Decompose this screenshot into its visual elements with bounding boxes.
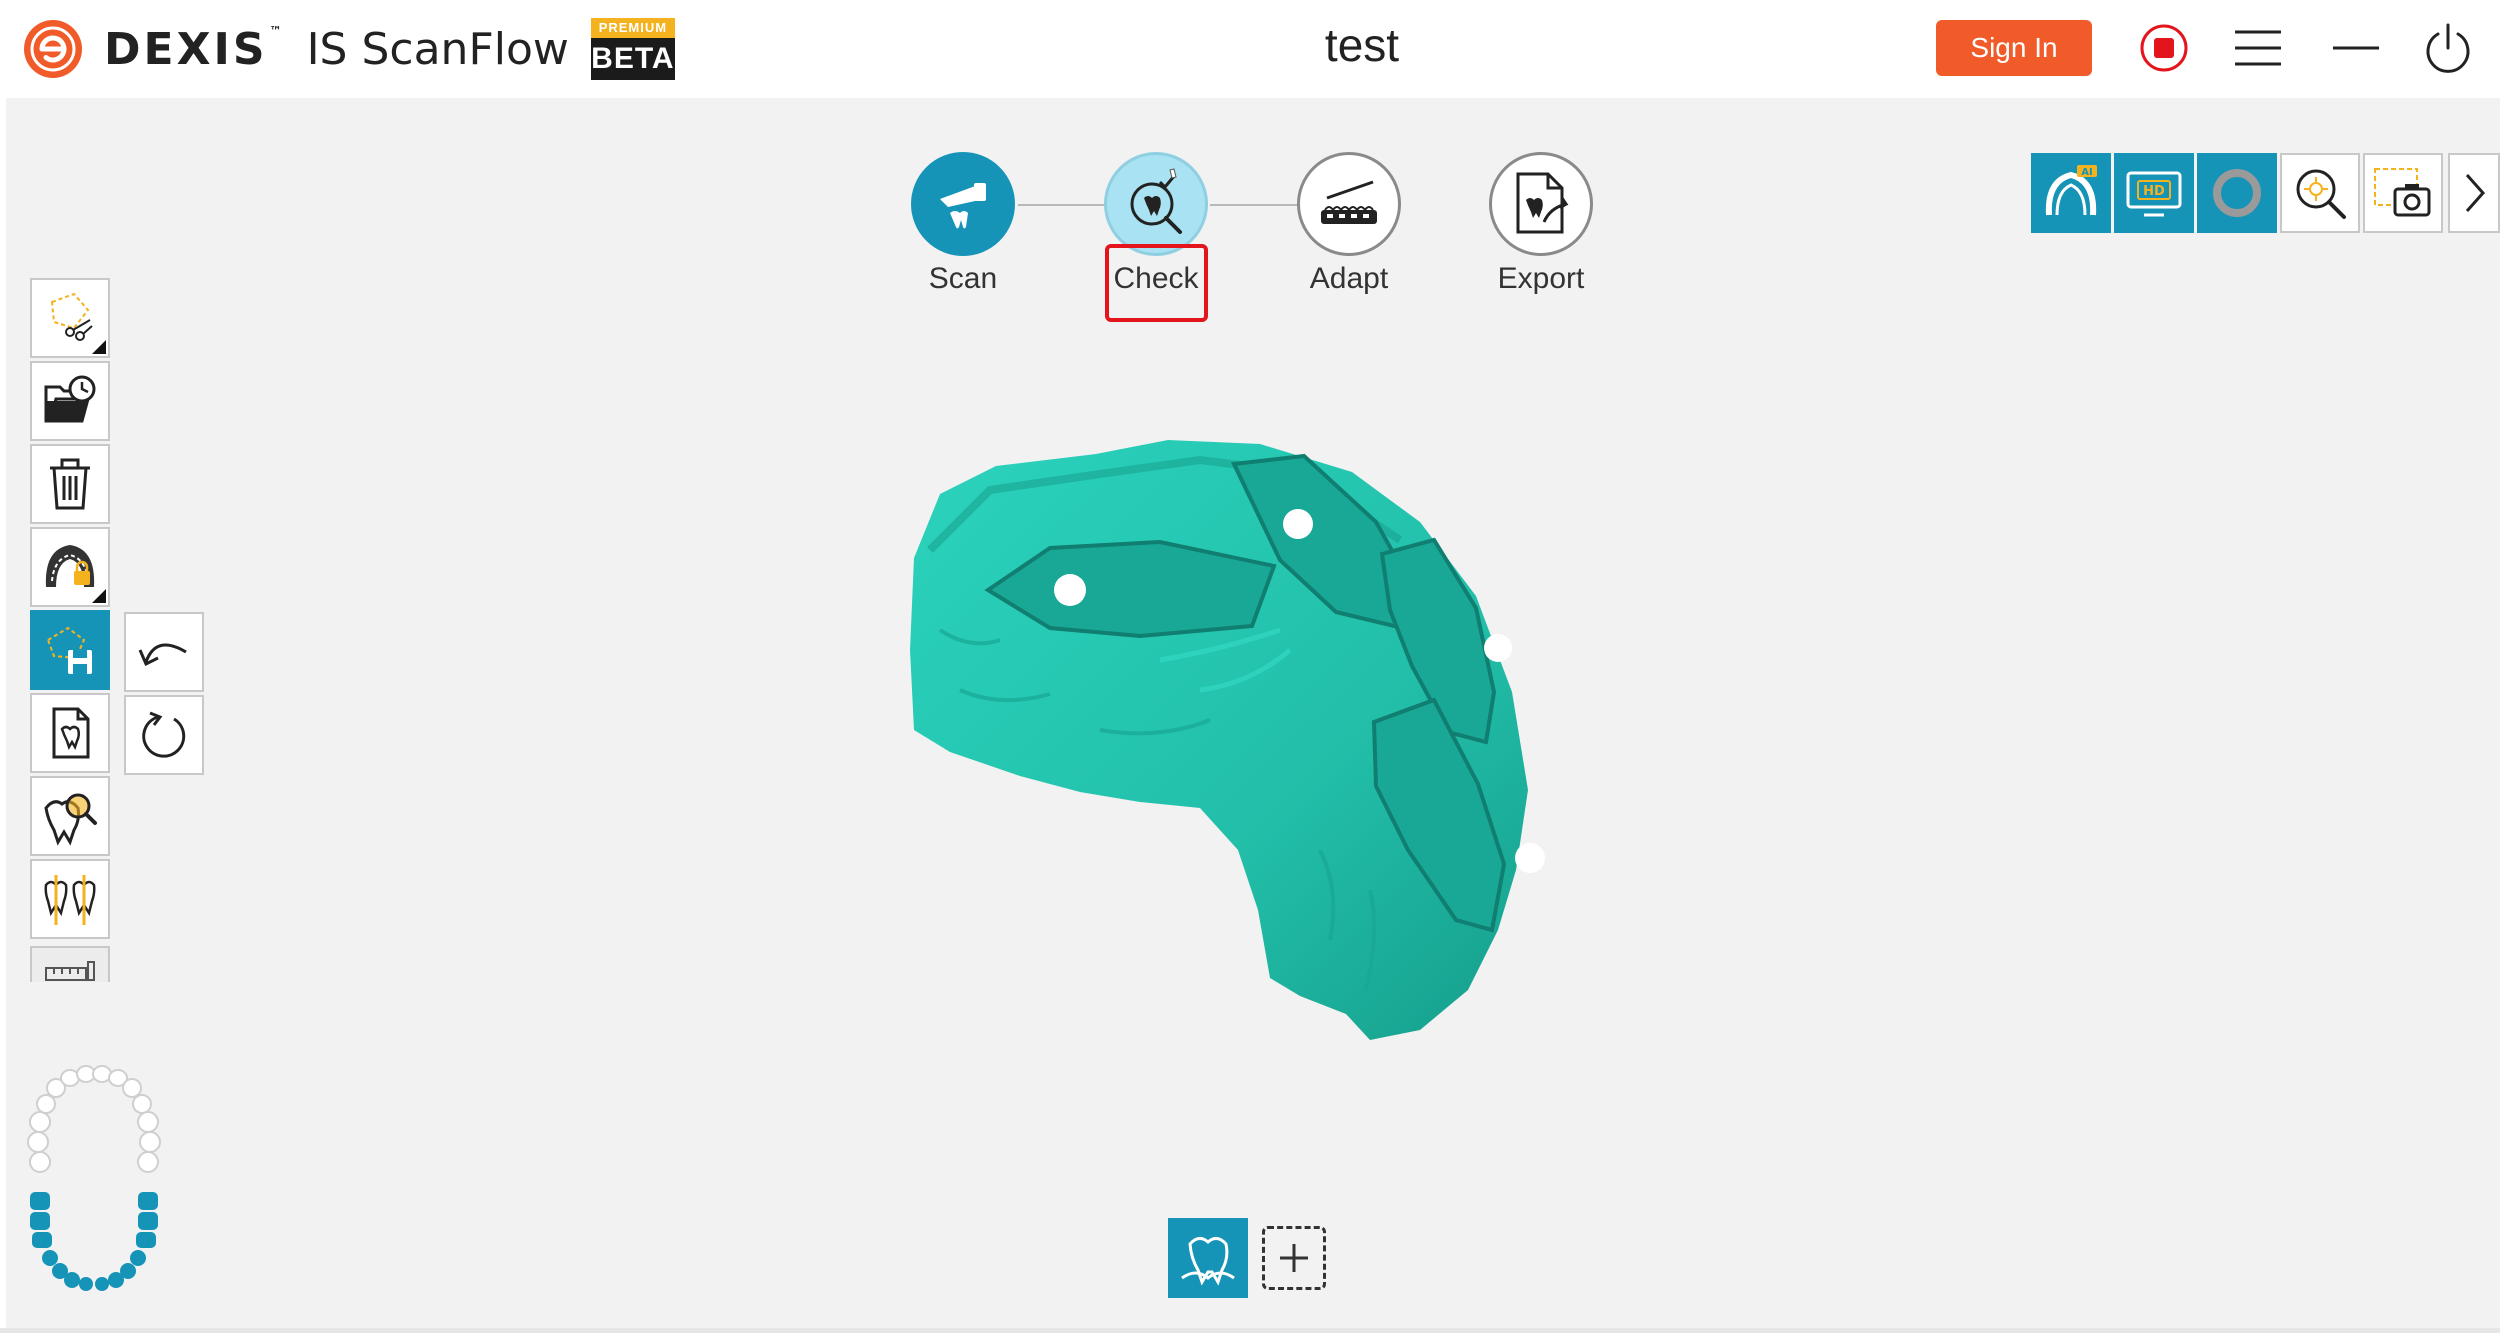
- dexis-logo-icon: [24, 20, 82, 78]
- svg-text:AI: AI: [2081, 167, 2092, 178]
- ai-arch-button[interactable]: AI: [2031, 153, 2111, 233]
- zoom-fit-icon: [2296, 169, 2346, 219]
- tooth-document-icon: [52, 707, 90, 759]
- trash-icon: [50, 458, 90, 510]
- minimize-button[interactable]: [2326, 20, 2386, 76]
- menu-button[interactable]: [2228, 20, 2288, 76]
- export-document-icon: [1516, 172, 1569, 234]
- lower-jaw-tooth-icon: [1181, 1237, 1235, 1286]
- power-icon: [2426, 23, 2470, 73]
- arch-lock-button[interactable]: [30, 527, 110, 607]
- undo-icon: [138, 643, 187, 667]
- tooth-search-button[interactable]: [30, 776, 110, 856]
- step-adapt-label: Adapt: [1309, 262, 1389, 295]
- tooth-magnifier-icon: [1130, 168, 1182, 234]
- step-connector: [1210, 204, 1302, 206]
- record-stop-icon: [2140, 24, 2188, 72]
- ring-icon: [2213, 169, 2261, 217]
- premium-label: PREMIUM: [590, 18, 675, 38]
- jaw-selector-map[interactable]: [22, 1062, 172, 1302]
- scan-body-hole: [1515, 843, 1545, 873]
- step-export[interactable]: Export: [1486, 152, 1596, 296]
- delete-button[interactable]: [30, 444, 110, 524]
- step-export-circle[interactable]: [1489, 152, 1593, 256]
- minimize-icon: [2333, 46, 2379, 50]
- ring-button[interactable]: [2197, 153, 2277, 233]
- lower-jaw-button[interactable]: [1168, 1218, 1248, 1298]
- sign-in-button[interactable]: Sign In: [1936, 20, 2092, 76]
- status-strip: [0, 1328, 2500, 1333]
- step-check-circle[interactable]: [1104, 152, 1208, 256]
- toolbar-expand-button[interactable]: [2448, 153, 2500, 233]
- document-title: test: [1324, 19, 1400, 71]
- occlusion-icon: [44, 875, 96, 925]
- rotate-icon: [142, 711, 186, 758]
- svg-text:HD: HD: [2143, 184, 2165, 199]
- brand-name: DEXIS ™: [104, 23, 285, 75]
- save-selection-button[interactable]: [30, 610, 110, 690]
- lasso-cut-button[interactable]: [30, 278, 110, 358]
- rotate-button[interactable]: [124, 695, 204, 775]
- step-scan[interactable]: Scan: [908, 152, 1018, 296]
- step-scan-label: Scan: [928, 262, 998, 295]
- check-highlight-box: [1105, 244, 1208, 322]
- step-adapt-circle[interactable]: [1297, 152, 1401, 256]
- beta-label: BETA: [590, 38, 675, 80]
- product-name: IS ScanFlow: [306, 23, 569, 75]
- ruler-icon: [45, 961, 95, 981]
- title-bar: DEXIS ™ IS ScanFlow PREMIUM BETA test Sig…: [0, 0, 2500, 98]
- step-scan-circle[interactable]: [911, 152, 1015, 256]
- scan-body-hole: [1054, 574, 1086, 606]
- hd-display-icon: HD: [2126, 171, 2182, 217]
- upper-jaw-teeth[interactable]: [27, 1065, 161, 1173]
- step-adapt[interactable]: Adapt: [1294, 152, 1404, 296]
- save-selection-icon: [46, 626, 92, 674]
- zoom-fit-button[interactable]: [2280, 153, 2360, 233]
- record-stop-button[interactable]: [2134, 20, 2194, 76]
- screenshot-button[interactable]: [2363, 153, 2443, 233]
- power-button[interactable]: [2418, 20, 2478, 76]
- lower-jaw-teeth[interactable]: [30, 1192, 158, 1291]
- scan-body-hole: [1484, 634, 1512, 662]
- lasso-cut-icon: [50, 292, 93, 341]
- tooth-document-button[interactable]: [30, 693, 110, 773]
- ruler-button[interactable]: [30, 946, 110, 982]
- brand: DEXIS ™ IS ScanFlow PREMIUM BETA: [22, 14, 675, 84]
- menu-icon: [2235, 30, 2281, 66]
- submenu-indicator: [92, 340, 106, 354]
- tooth-search-icon: [44, 793, 97, 846]
- chevron-right-icon: [2465, 174, 2486, 212]
- history-folder-button[interactable]: [30, 361, 110, 441]
- undo-button[interactable]: [124, 612, 204, 692]
- arch-lock-icon: [45, 545, 95, 587]
- screenshot-camera-icon: [2374, 168, 2431, 217]
- scan-body-hole: [1283, 509, 1313, 539]
- step-export-label: Export: [1497, 262, 1585, 295]
- ai-arch-icon: AI: [2045, 165, 2097, 216]
- adapt-tray-icon: [1321, 180, 1377, 224]
- add-icon: [1280, 1244, 1308, 1272]
- submenu-indicator: [92, 589, 106, 603]
- scan-model[interactable]: [900, 430, 1620, 1050]
- beta-badge: PREMIUM BETA: [590, 18, 675, 80]
- history-folder-icon: [44, 375, 96, 423]
- hd-display-button[interactable]: HD: [2114, 153, 2194, 233]
- step-connector: [1018, 204, 1108, 206]
- occlusion-button[interactable]: [30, 859, 110, 939]
- scanner-icon: [940, 183, 986, 229]
- add-jaw-button[interactable]: [1262, 1226, 1326, 1290]
